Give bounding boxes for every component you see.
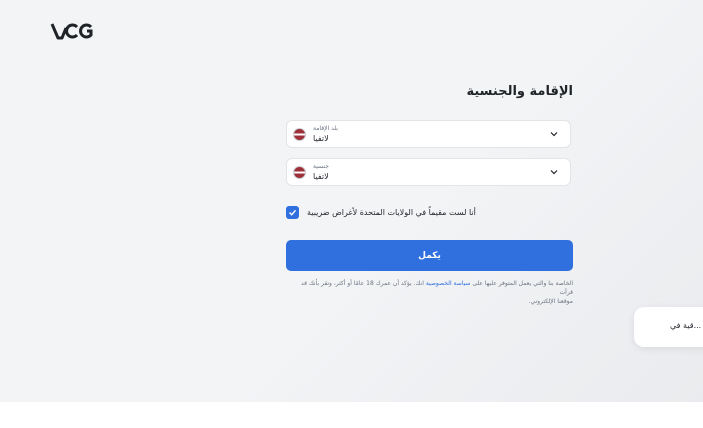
us-tax-checkbox-row[interactable]: أنا لست مقيماً في الولايات المتحدة لأغرا… [286,206,573,220]
privacy-policy-link[interactable]: سياسة الخصوصية [426,280,471,287]
citizenship-value: لاتفيا [313,172,329,181]
chat-widget-text: قية في... [670,321,702,330]
residence-label: بلد الإقامة [313,125,338,132]
residence-form: الإقامة والجنسية بلد الإقامة لاتفيا جنسي… [286,80,573,305]
residence-country-select[interactable]: بلد الإقامة لاتفيا [286,120,571,148]
us-tax-checkbox[interactable] [286,206,299,219]
chevron-down-icon [550,170,558,175]
vcg-logo [50,23,93,40]
us-tax-checkbox-label: أنا لست مقيماً في الولايات المتحدة لأغرا… [307,208,476,217]
page-background [0,0,703,402]
chevron-down-icon [550,132,558,137]
chat-widget-bubble[interactable]: قية في... [634,307,703,347]
legal-notice: الخاصة بنا والتي يعمل المتوفر عليها على … [286,279,573,306]
legal-text-start: الخاصة بنا والتي يعمل المتوفر عليها على [472,280,573,287]
continue-button[interactable]: يكمل [286,240,573,271]
checkmark-icon [289,209,297,216]
residence-value: لاتفيا [313,134,329,143]
citizenship-select[interactable]: جنسية لاتفيا [286,158,571,186]
page-title: الإقامة والجنسية [466,84,573,99]
citizenship-label: جنسية [313,163,329,170]
latvia-flag-icon [293,128,306,141]
legal-text-line2: موقعنا الإلكتروني. [528,298,573,305]
latvia-flag-icon [293,166,306,179]
